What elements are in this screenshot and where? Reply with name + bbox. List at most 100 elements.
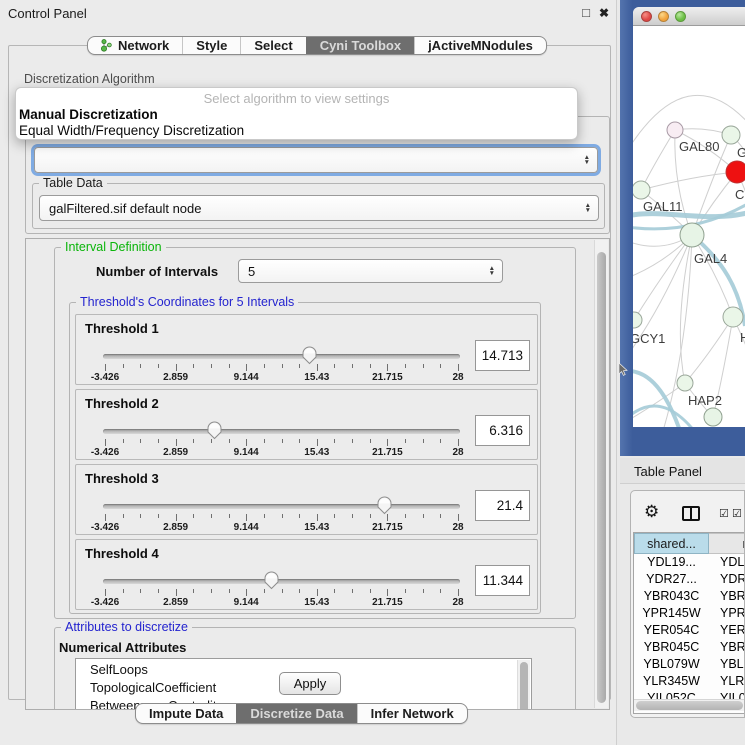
slider-ticks — [105, 439, 458, 447]
table-row[interactable]: YPR145WYPR1 — [634, 605, 745, 622]
threshold-panel: Threshold 4 -3.4262.8599.14415.4321.7152… — [75, 539, 538, 610]
cell-shared-name[interactable]: YER054C — [634, 622, 709, 639]
cell-name[interactable]: YDL1 — [709, 554, 745, 571]
zoom-traffic-light-icon[interactable] — [675, 11, 686, 22]
checked-box-icon[interactable]: ☑ — [732, 507, 742, 520]
node-label: H — [740, 330, 745, 345]
combo-arrows-icon: ▲▼ — [584, 155, 590, 165]
network-edge — [685, 317, 733, 383]
cell-name[interactable]: YBR0 — [709, 588, 745, 605]
node-red-selected[interactable] — [726, 161, 745, 183]
apply-button[interactable]: Apply — [279, 672, 341, 695]
scrollbar-thumb[interactable] — [597, 252, 606, 703]
threshold-slider[interactable] — [105, 567, 458, 591]
node-h[interactable] — [723, 307, 743, 327]
close-traffic-light-icon[interactable] — [641, 11, 652, 22]
algorithm-combobox[interactable]: ▲▼ — [34, 147, 598, 173]
settings-scrollbar[interactable] — [594, 240, 608, 708]
cell-shared-name[interactable]: YPR145W — [634, 605, 709, 622]
slider-thumb-icon[interactable] — [301, 345, 318, 365]
dropdown-option-manual-discretization[interactable]: Manual Discretization — [19, 107, 158, 122]
tab-impute-data[interactable]: Impute Data — [136, 704, 236, 723]
cell-shared-name[interactable]: YLR345W — [634, 673, 709, 690]
table-data-group: Table Data galFiltered.sif default node … — [32, 183, 605, 229]
slider-thumb-icon[interactable] — [263, 570, 280, 590]
scrollbar-thumb[interactable] — [520, 662, 528, 710]
node-gal4[interactable] — [680, 223, 704, 247]
table-row[interactable]: YBR043CYBR0 — [634, 588, 745, 605]
tab-discretize-data[interactable]: Discretize Data — [236, 704, 356, 723]
cell-shared-name[interactable]: YDR27... — [634, 571, 709, 588]
node-gcy1[interactable] — [633, 312, 642, 328]
gear-icon[interactable]: ⚙ — [644, 502, 659, 522]
dropdown-option-equal-width[interactable]: Equal Width/Frequency Discretization — [19, 123, 244, 138]
network-canvas[interactable]: GAL80GACGAL11GAL4GCY1HHAP2 — [633, 26, 745, 427]
slider-thumb-icon[interactable] — [206, 420, 223, 440]
threshold-slider[interactable] — [105, 492, 458, 516]
node-gal80[interactable] — [667, 122, 683, 138]
network-frame-border[interactable]: GAL80GACGAL11GAL4GCY1HHAP2 — [620, 0, 745, 456]
threshold-value-input[interactable] — [475, 415, 530, 446]
table-panel-body: ⚙ ☑ ☑ shared... na YDL19...YDL1YDR27...Y… — [620, 484, 745, 745]
slider-ticks — [105, 364, 458, 372]
control-panel-titlebar: Control Panel □ ✖ — [0, 0, 617, 26]
threshold-value-input[interactable] — [475, 340, 530, 371]
cell-shared-name[interactable]: YDL19... — [634, 554, 709, 571]
float-window-icon[interactable]: □ — [578, 5, 594, 20]
table-row[interactable]: YER054CYER0 — [634, 622, 745, 639]
cell-name[interactable]: YBR0 — [709, 639, 745, 656]
tab-jactivemnodules[interactable]: jActiveMNodules — [414, 37, 546, 54]
cell-name[interactable]: YPR1 — [709, 605, 745, 622]
cell-shared-name[interactable]: YBL079W — [634, 656, 709, 673]
table-data-combobox[interactable]: galFiltered.sif default node ▲▼ — [39, 195, 599, 221]
tab-network[interactable]: Network — [88, 37, 182, 54]
node-table-panel: ⚙ ☑ ☑ shared... na YDL19...YDL1YDR27...Y… — [630, 490, 745, 718]
threshold-slider[interactable] — [105, 417, 458, 441]
cell-shared-name[interactable]: YBR045C — [634, 639, 709, 656]
table-row[interactable]: YBL079WYBL0 — [634, 656, 745, 673]
table-data-value: galFiltered.sif default node — [49, 201, 201, 216]
threshold-slider[interactable] — [105, 342, 458, 366]
node-bottom[interactable] — [704, 408, 722, 426]
tab-infer-network[interactable]: Infer Network — [357, 704, 467, 723]
network-icon — [101, 39, 112, 52]
cell-name[interactable]: YBL0 — [709, 656, 745, 673]
threshold-value-input[interactable] — [475, 490, 530, 521]
panel-title: Control Panel — [8, 6, 87, 21]
threshold-label: Threshold 3 — [85, 471, 159, 486]
column-header-shared-name[interactable]: shared... — [634, 533, 709, 554]
cell-name[interactable]: YDR2 — [709, 571, 745, 588]
slider-thumb-icon[interactable] — [376, 495, 393, 515]
column-header-name[interactable]: na — [709, 533, 745, 554]
threshold-value-input[interactable] — [475, 565, 530, 596]
node-label: GCY1 — [633, 331, 665, 346]
node-gal11[interactable] — [633, 181, 650, 199]
tab-select[interactable]: Select — [240, 37, 305, 54]
threshold-label: Threshold 4 — [85, 546, 159, 561]
tab-cyni-toolbox[interactable]: Cyni Toolbox — [306, 37, 414, 54]
table-row[interactable]: YDL19...YDL1 — [634, 554, 745, 571]
tab-style[interactable]: Style — [182, 37, 240, 54]
table-row[interactable]: YLR345WYLR3 — [634, 673, 745, 690]
list-scrollbar[interactable] — [517, 660, 530, 710]
dropdown-hint-item[interactable]: Select algorithm to view settings — [16, 91, 577, 106]
minimize-traffic-light-icon[interactable] — [658, 11, 669, 22]
node-top-right[interactable] — [722, 126, 740, 144]
network-window-titlebar[interactable] — [633, 7, 745, 26]
scrollbar-thumb[interactable] — [636, 701, 743, 710]
cell-name[interactable]: YER0 — [709, 622, 745, 639]
table-horizontal-scrollbar[interactable] — [634, 699, 745, 711]
number-of-intervals-combobox[interactable]: 5 ▲▼ — [238, 259, 503, 283]
tab-label: Infer Network — [371, 706, 454, 721]
table-data-group-title: Table Data — [39, 176, 107, 190]
cell-shared-name[interactable]: YBR043C — [634, 588, 709, 605]
control-panel-window: Control Panel □ ✖ ▲▼ Table Data galFilte… — [0, 0, 617, 745]
node-hap2[interactable] — [677, 375, 693, 391]
cell-name[interactable]: YLR3 — [709, 673, 745, 690]
node-label: GAL11 — [643, 199, 683, 214]
table-row[interactable]: YDR27...YDR2 — [634, 571, 745, 588]
table-row[interactable]: YBR045CYBR0 — [634, 639, 745, 656]
split-view-icon[interactable] — [682, 506, 700, 521]
checked-box-icon[interactable]: ☑ — [719, 507, 729, 520]
close-panel-icon[interactable]: ✖ — [596, 6, 612, 20]
